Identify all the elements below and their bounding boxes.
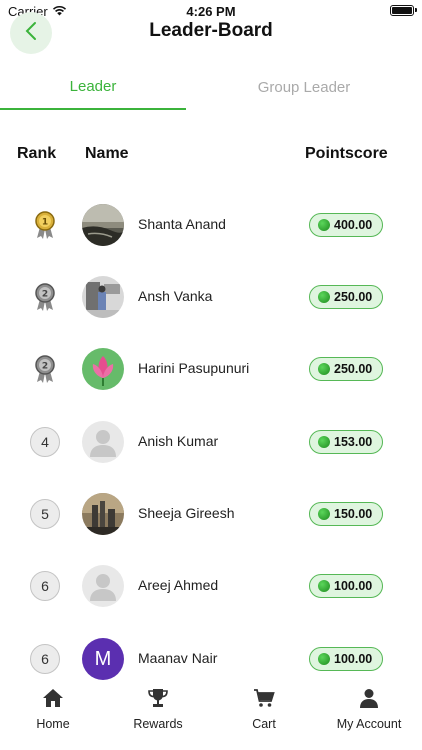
column-header-name: Name	[85, 145, 129, 162]
avatar-initial: M	[94, 647, 112, 670]
leaderboard-row[interactable]: 6 Areej Ahmed 100.00	[0, 563, 422, 609]
leaderboard-row[interactable]: 4 Anish Kumar 153.00	[0, 419, 422, 465]
points-badge: 150.00	[309, 502, 383, 526]
initial-avatar: M	[82, 638, 124, 680]
nav-my-account-label: My Account	[336, 717, 402, 731]
rank-number: 6	[28, 569, 62, 603]
column-header-pointscore: Pointscore	[305, 145, 388, 162]
points-value: 150.00	[334, 507, 373, 521]
nav-my-account[interactable]: My Account	[324, 688, 414, 731]
user-name: Areej Ahmed	[138, 577, 219, 593]
rank-number: 5	[28, 497, 62, 531]
leaderboard-row[interactable]: 2 Harini Pasupunuri 250.00	[0, 346, 422, 392]
nav-rewards[interactable]: Rewards	[113, 688, 203, 731]
avatar-city-photo	[82, 493, 124, 535]
coin-icon	[318, 653, 330, 665]
rank-badge: 5	[30, 499, 60, 529]
battery-icon	[390, 5, 417, 16]
default-user-avatar-icon	[82, 421, 124, 463]
coin-icon	[318, 436, 330, 448]
avatar-landscape-photo	[82, 204, 124, 246]
points-badge: 100.00	[309, 647, 383, 671]
nav-home-label: Home	[36, 717, 70, 731]
coin-icon	[318, 508, 330, 520]
points-value: 153.00	[334, 435, 373, 449]
user-name: Ansh Vanka	[138, 288, 213, 304]
silver-medal-icon: 2	[28, 352, 62, 386]
user-name: Maanav Nair	[138, 650, 218, 666]
header: Leader-Board	[0, 12, 422, 62]
avatar-lotus-image	[82, 348, 124, 390]
rank-number: 6	[28, 642, 62, 676]
chevron-left-icon	[24, 21, 38, 46]
rank-badge: 6	[30, 644, 60, 674]
default-user-avatar-icon	[82, 565, 124, 607]
trophy-icon	[147, 688, 169, 713]
avatar-room-photo	[82, 276, 124, 318]
svg-text:2: 2	[42, 290, 48, 300]
points-badge: 100.00	[309, 574, 383, 598]
svg-text:1: 1	[42, 218, 48, 228]
coin-icon	[318, 219, 330, 231]
account-icon	[358, 688, 380, 713]
user-name: Shanta Anand	[138, 216, 226, 232]
silver-medal-icon: 2	[28, 280, 62, 314]
leaderboard-row[interactable]: 5 Sheeja Gireesh 150.00	[0, 491, 422, 537]
coin-icon	[318, 363, 330, 375]
rank-badge: 6	[30, 571, 60, 601]
bottom-navigation: Home Rewards Cart My Account	[0, 685, 422, 750]
points-value: 400.00	[334, 218, 373, 232]
back-button[interactable]	[10, 12, 52, 54]
cart-icon	[253, 688, 275, 713]
gold-medal-icon: 1	[28, 208, 62, 242]
nav-cart[interactable]: Cart	[219, 688, 309, 731]
svg-text:2: 2	[42, 362, 48, 372]
status-time: 4:26 PM	[186, 4, 236, 19]
status-bar: Carrier 4:26 PM	[0, 0, 422, 22]
user-name: Harini Pasupunuri	[138, 360, 250, 376]
user-name: Anish Kumar	[138, 433, 219, 449]
points-badge: 250.00	[309, 285, 383, 309]
points-value: 250.00	[334, 362, 373, 376]
coin-icon	[318, 580, 330, 592]
coin-icon	[318, 291, 330, 303]
nav-rewards-label: Rewards	[133, 717, 183, 731]
nav-home[interactable]: Home	[8, 688, 98, 731]
tab-bar: Leader Group Leader	[0, 64, 422, 110]
leaderboard-row[interactable]: 6 M Maanav Nair 100.00	[0, 636, 422, 682]
points-value: 100.00	[334, 652, 373, 666]
points-value: 100.00	[334, 579, 373, 593]
home-icon	[42, 688, 64, 713]
leaderboard-row[interactable]: 1 Shanta Anand 400.00	[0, 202, 422, 248]
user-name: Sheeja Gireesh	[138, 505, 235, 521]
tab-leader[interactable]: Leader	[0, 64, 186, 110]
leaderboard-row[interactable]: 2 Ansh Vanka 250.00	[0, 274, 422, 320]
points-badge: 400.00	[309, 213, 383, 237]
page-title: Leader-Board	[149, 20, 273, 41]
column-header-rank: Rank	[17, 145, 57, 162]
nav-cart-label: Cart	[252, 717, 276, 731]
rank-badge: 4	[30, 427, 60, 457]
points-badge: 250.00	[309, 357, 383, 381]
rank-number: 4	[28, 425, 62, 459]
points-badge: 153.00	[309, 430, 383, 454]
points-value: 250.00	[334, 290, 373, 304]
tab-group-leader[interactable]: Group Leader	[186, 64, 422, 110]
